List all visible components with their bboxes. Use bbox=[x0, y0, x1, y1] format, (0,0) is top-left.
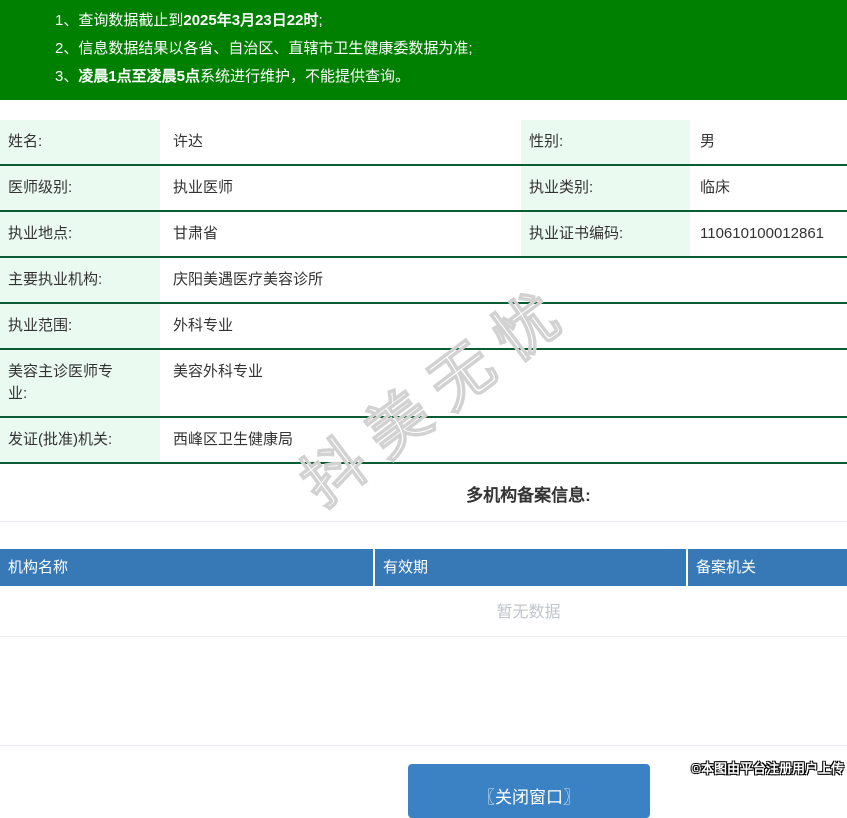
field-doctor-level-label: 医师级别: bbox=[0, 165, 160, 212]
notice-line-3: 3、凌晨1点至凌晨5点系统进行维护，不能提供查询。 bbox=[55, 63, 837, 91]
field-issuing-authority-value: 西峰区卫生健康局 bbox=[160, 417, 847, 464]
table-row: 主要执业机构: 庆阳美遇医疗美容诊所 bbox=[0, 257, 847, 304]
notice-text: ; bbox=[318, 12, 323, 29]
field-practice-scope-label: 执业范围: bbox=[0, 303, 160, 350]
field-issuing-authority-label: 发证(批准)机关: bbox=[0, 417, 160, 464]
table-row: 医师级别: 执业医师 执业类别: 临床 bbox=[0, 165, 847, 212]
field-name-value: 许达 bbox=[160, 120, 521, 166]
field-cosmetic-specialty-label: 美容主诊医师专业: bbox=[0, 349, 160, 418]
notice-text: 系统进行维护，不能提供查询。 bbox=[200, 68, 411, 85]
notice-text: 信息数据结果以各省、自治区、直辖市卫生健康委数据为准; bbox=[78, 40, 473, 57]
column-header-filing-authority: 备案机关 bbox=[688, 549, 847, 586]
registry-table-header: 机构名称 有效期 备案机关 bbox=[0, 549, 847, 586]
field-practice-category-value: 临床 bbox=[690, 165, 847, 212]
notice-number: 3、 bbox=[55, 68, 79, 85]
notice-banner: 1、查询数据截止到2025年3月23日22时; 2、信息数据结果以各省、自治区、… bbox=[0, 0, 847, 100]
field-certificate-number-label: 执业证书编码: bbox=[521, 211, 690, 258]
column-header-validity-period: 有效期 bbox=[375, 549, 688, 586]
field-certificate-number-value: 110610100012861 bbox=[690, 211, 847, 258]
field-doctor-level-value: 执业医师 bbox=[160, 165, 521, 212]
close-window-button[interactable]: 〖关闭窗口〗 bbox=[408, 764, 650, 818]
empty-data-text: 暂无数据 bbox=[0, 586, 847, 637]
notice-number: 2、 bbox=[55, 40, 79, 57]
notice-bold-text: 凌晨1点至凌晨5点 bbox=[78, 68, 201, 85]
notice-line-1: 1、查询数据截止到2025年3月23日22时; bbox=[55, 7, 837, 35]
field-name-label: 姓名: bbox=[0, 120, 160, 166]
field-cosmetic-specialty-value: 美容外科专业 bbox=[160, 349, 847, 418]
upload-caption: ©本图由平台注册用户上传 bbox=[691, 761, 844, 776]
table-row: 美容主诊医师专业: 美容外科专业 bbox=[0, 349, 847, 418]
notice-line-2: 2、信息数据结果以各省、自治区、直辖市卫生健康委数据为准; bbox=[55, 35, 837, 63]
table-row: 姓名: 许达 性别: 男 bbox=[0, 120, 847, 166]
field-practice-category-label: 执业类别: bbox=[521, 165, 690, 212]
field-practice-location-label: 执业地点: bbox=[0, 211, 160, 258]
field-practice-scope-value: 外科专业 bbox=[160, 303, 847, 350]
practitioner-info-table: 姓名: 许达 性别: 男 医师级别: 执业医师 执业类别: 临床 执业地点: 甘… bbox=[0, 120, 847, 464]
divider bbox=[0, 521, 847, 522]
notice-text: 查询数据截止到 bbox=[78, 12, 184, 29]
field-gender-label: 性别: bbox=[521, 120, 690, 166]
divider bbox=[0, 745, 847, 746]
table-row: 执业地点: 甘肃省 执业证书编码: 110610100012861 bbox=[0, 211, 847, 258]
table-row: 执业范围: 外科专业 bbox=[0, 303, 847, 350]
notice-number: 1、 bbox=[55, 12, 79, 29]
multi-institution-section-title: 多机构备案信息: bbox=[466, 486, 591, 505]
field-practice-location-value: 甘肃省 bbox=[160, 211, 521, 258]
field-main-institution-value: 庆阳美遇医疗美容诊所 bbox=[160, 257, 847, 304]
field-main-institution-label: 主要执业机构: bbox=[0, 257, 160, 304]
column-header-institution-name: 机构名称 bbox=[0, 549, 375, 586]
field-gender-value: 男 bbox=[690, 120, 847, 166]
notice-bold-text: 2025年3月23日22时 bbox=[183, 12, 319, 29]
table-row: 发证(批准)机关: 西峰区卫生健康局 bbox=[0, 417, 847, 464]
